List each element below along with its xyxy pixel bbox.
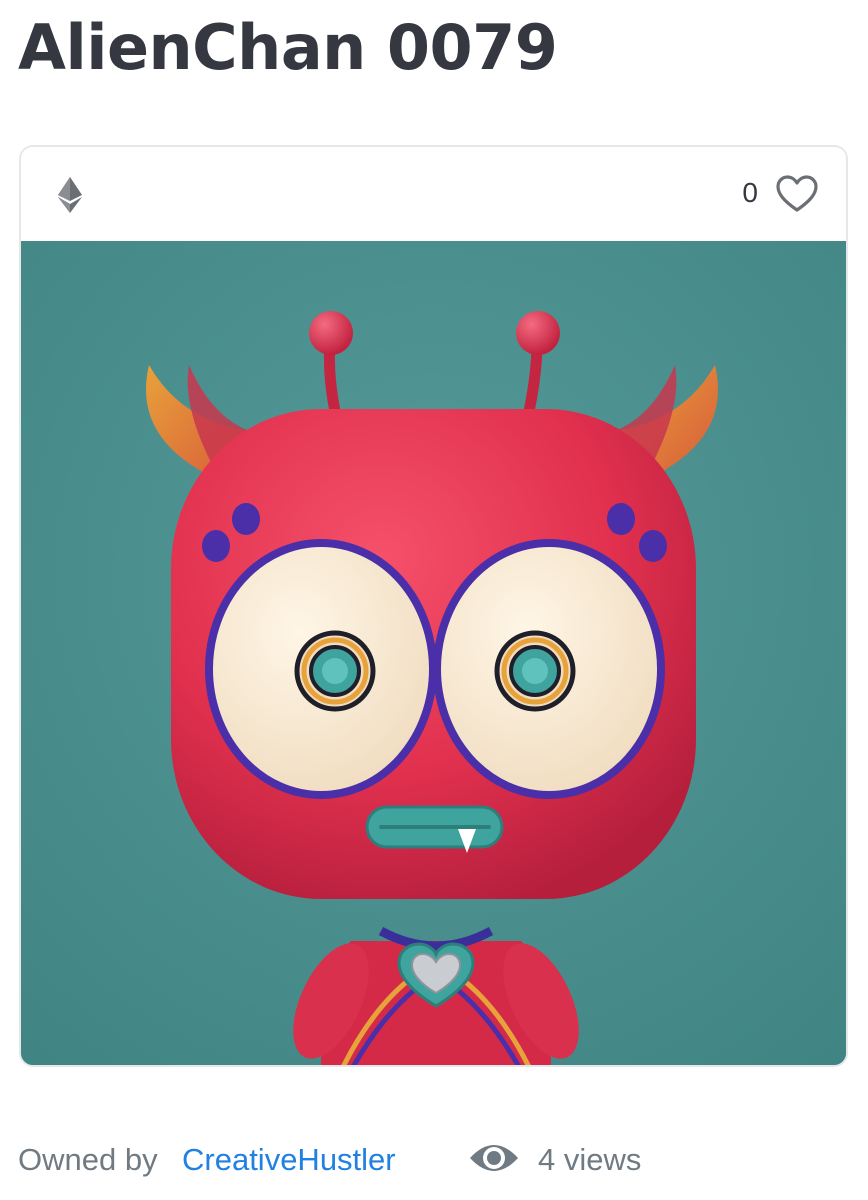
ethereum-icon bbox=[58, 177, 82, 213]
asset-card: 0 bbox=[19, 145, 848, 1067]
asset-card-header: 0 bbox=[21, 147, 846, 241]
alien-character-illustration bbox=[21, 241, 846, 1065]
view-count: 4 views bbox=[538, 1142, 642, 1177]
favorite-count: 0 bbox=[742, 177, 758, 208]
heart-outline-icon[interactable] bbox=[776, 175, 818, 213]
owner-link[interactable]: CreativeHustler bbox=[182, 1142, 396, 1178]
eye-icon bbox=[470, 1145, 518, 1171]
owned-by-label: Owned by bbox=[18, 1142, 158, 1177]
asset-artwork bbox=[21, 241, 846, 1065]
asset-title: AlienChan 0079 bbox=[18, 11, 558, 84]
